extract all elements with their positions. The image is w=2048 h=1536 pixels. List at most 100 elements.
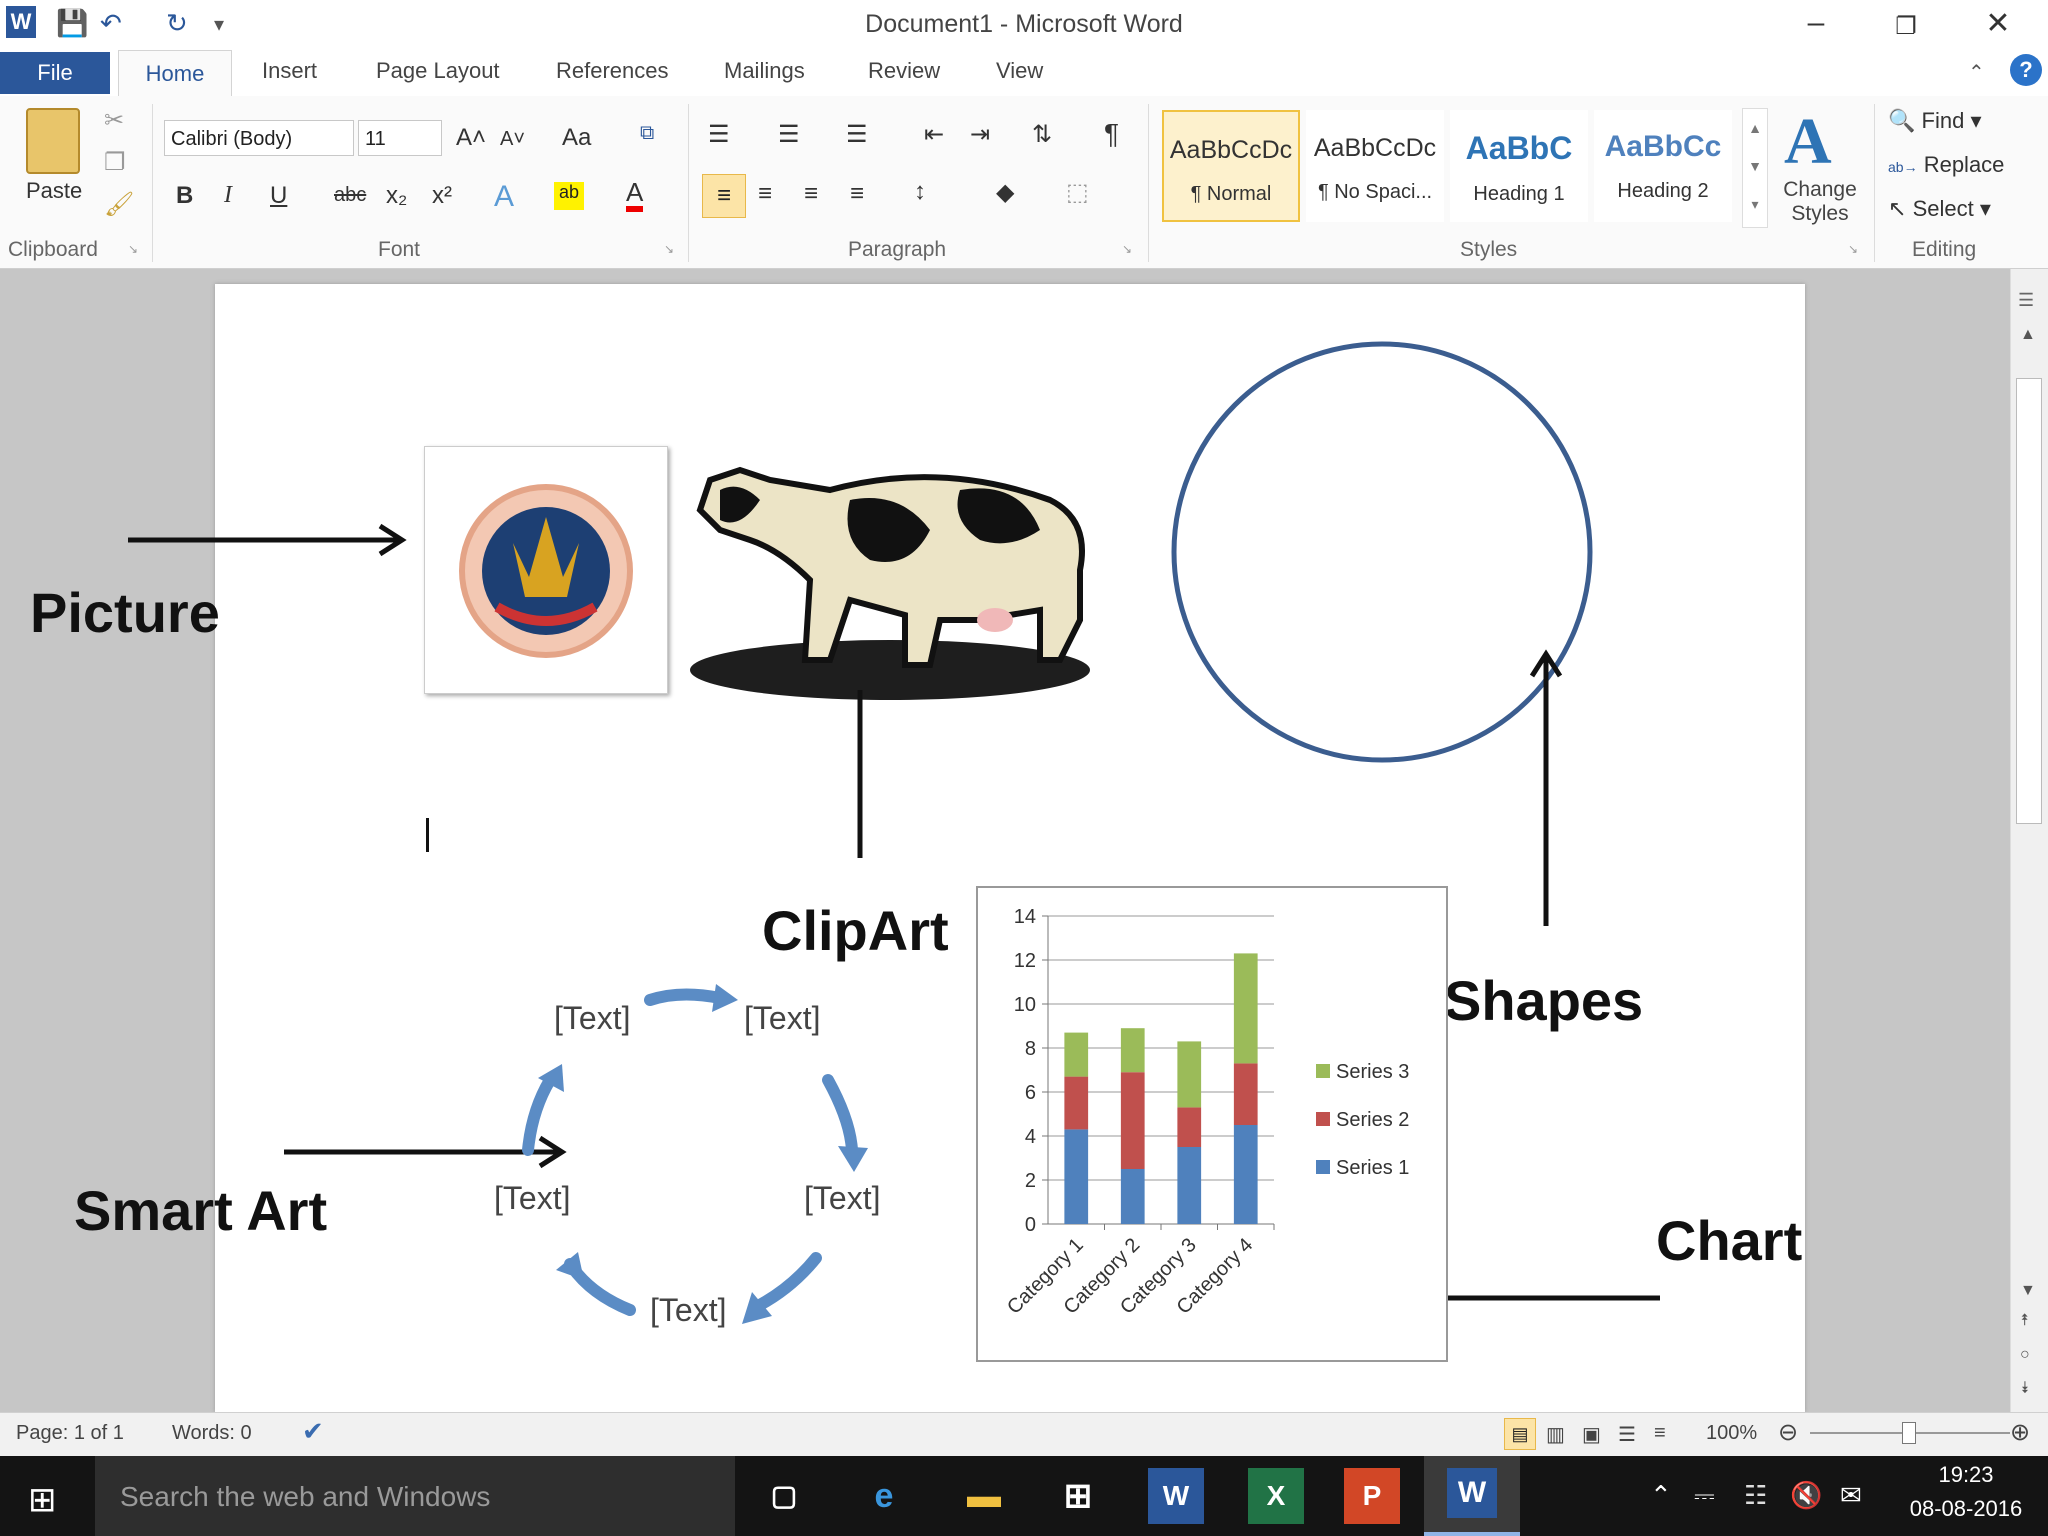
tab-home[interactable]: Home	[118, 50, 232, 97]
proofing-icon[interactable]: ✔	[302, 1416, 324, 1447]
find-button[interactable]: 🔍 Find ▾	[1888, 108, 1981, 134]
multilevel-list-icon[interactable]: ☰	[846, 120, 868, 149]
help-icon[interactable]: ?	[2010, 54, 2042, 86]
line-spacing-icon[interactable]: ↕	[914, 178, 926, 206]
zoom-slider-thumb[interactable]	[1902, 1422, 1916, 1444]
show-formatting-icon[interactable]: ¶	[1104, 118, 1119, 150]
web-layout-icon[interactable]: ▣	[1582, 1422, 1601, 1447]
borders-icon[interactable]: ⬚	[1066, 178, 1089, 207]
style-heading-2[interactable]: AaBbCc Heading 2	[1594, 110, 1732, 222]
font-launcher-icon[interactable]: ↘	[664, 242, 674, 256]
next-page-icon[interactable]: ⯯	[2020, 1380, 2030, 1398]
task-view-icon[interactable]: ▢	[756, 1468, 812, 1524]
clipboard-launcher-icon[interactable]: ↘	[128, 242, 138, 256]
clock-date[interactable]: 08-08-2016	[1896, 1496, 2036, 1522]
word-count[interactable]: Words: 0	[172, 1422, 252, 1445]
paste-button[interactable]: Paste	[26, 178, 82, 204]
numbering-icon[interactable]: ☰	[778, 120, 800, 149]
shading-icon[interactable]: ◆	[996, 178, 1014, 207]
store-icon[interactable]: ⊞	[1050, 1468, 1106, 1524]
close-button[interactable]: ✕	[1978, 6, 2018, 41]
style-normal[interactable]: AaBbCcDc ¶ Normal	[1162, 110, 1300, 222]
clipart-cow[interactable]	[680, 420, 1100, 720]
subscript-icon[interactable]: x₂	[386, 182, 407, 210]
superscript-icon[interactable]: x²	[432, 182, 452, 210]
page-count[interactable]: Page: 1 of 1	[16, 1422, 124, 1445]
scrollbar-thumb[interactable]	[2016, 378, 2042, 824]
print-layout-view-icon[interactable]: ▤	[1504, 1418, 1536, 1450]
font-name-combo[interactable]: Calibri (Body)	[164, 120, 354, 156]
change-case-icon[interactable]: Aa	[562, 124, 591, 152]
active-word-window[interactable]: W	[1424, 1456, 1520, 1536]
style-heading-1[interactable]: AaBbC Heading 1	[1450, 110, 1588, 222]
restore-button[interactable]: ❐	[1886, 12, 1926, 41]
clear-formatting-icon[interactable]: ⧉	[640, 122, 654, 145]
tab-page-layout[interactable]: Page Layout	[376, 58, 500, 84]
smartart-text-2[interactable]: [Text]	[744, 1000, 820, 1037]
paragraph-launcher-icon[interactable]: ↘	[1122, 242, 1132, 256]
smartart-text-4[interactable]: [Text]	[650, 1292, 726, 1329]
browse-object-icon[interactable]: ○	[2020, 1346, 2030, 1364]
excel-taskbar-icon[interactable]: X	[1248, 1468, 1304, 1524]
highlight-color-icon[interactable]: ab	[554, 182, 584, 210]
collapse-ribbon-icon[interactable]: ⌃	[1968, 60, 1985, 85]
styles-gallery-scroll[interactable]: ▲ ▼ ▾	[1742, 108, 1768, 228]
word-taskbar-icon[interactable]: W	[1148, 1468, 1204, 1524]
styles-launcher-icon[interactable]: ↘	[1848, 242, 1858, 256]
tab-insert[interactable]: Insert	[262, 58, 317, 84]
select-button[interactable]: ↖ Select ▾	[1888, 196, 1991, 222]
inserted-picture[interactable]	[424, 446, 668, 694]
tab-view[interactable]: View	[996, 58, 1043, 84]
zoom-out-icon[interactable]: ⊖	[1778, 1418, 1798, 1447]
outline-view-icon[interactable]: ☰	[1618, 1422, 1636, 1447]
align-center-icon[interactable]: ≡	[758, 180, 772, 208]
copy-icon[interactable]: ❐	[104, 148, 126, 177]
italic-icon[interactable]: I	[224, 182, 232, 209]
font-size-combo[interactable]: 11	[358, 120, 442, 156]
tab-review[interactable]: Review	[868, 58, 940, 84]
scroll-down-icon[interactable]: ▼	[2020, 1282, 2036, 1300]
smartart-text-5[interactable]: [Text]	[494, 1180, 570, 1217]
show-hidden-icons[interactable]: ⌃	[1650, 1480, 1672, 1511]
style-no-spacing[interactable]: AaBbCcDc ¶ No Spaci...	[1306, 110, 1444, 222]
tab-references[interactable]: References	[556, 58, 669, 84]
text-effects-icon[interactable]: A	[494, 180, 514, 214]
paste-icon[interactable]	[26, 108, 80, 174]
powerpoint-taskbar-icon[interactable]: P	[1344, 1468, 1400, 1524]
minimize-button[interactable]: –	[1796, 6, 1836, 40]
shrink-font-icon[interactable]: A˅	[500, 128, 525, 151]
tab-file[interactable]: File	[0, 52, 110, 94]
align-left-icon[interactable]: ≡	[702, 174, 746, 218]
previous-page-icon[interactable]: ⯭	[2020, 1312, 2030, 1330]
edge-icon[interactable]: e	[856, 1468, 912, 1524]
bullets-icon[interactable]: ☰	[708, 120, 730, 149]
increase-indent-icon[interactable]: ⇥	[970, 120, 990, 149]
file-explorer-icon[interactable]: ▬	[956, 1468, 1012, 1524]
chart-container[interactable]: 0 2 4 6 8 10 12 14 Category 1 Category 2 Category …	[976, 886, 1448, 1362]
smartart-text-1[interactable]: [Text]	[554, 1000, 630, 1037]
strikethrough-icon[interactable]: abc	[334, 184, 366, 207]
replace-button[interactable]: ab→ Replace	[1888, 152, 2004, 178]
ruler-toggle-icon[interactable]: ☰	[2018, 290, 2034, 311]
decrease-indent-icon[interactable]: ⇤	[924, 120, 944, 149]
action-center-icon[interactable]: ✉	[1840, 1480, 1862, 1511]
battery-icon[interactable]: ⎓	[1694, 1480, 1715, 1512]
full-screen-reading-icon[interactable]: ▥	[1546, 1422, 1565, 1447]
smartart-text-3[interactable]: [Text]	[804, 1180, 880, 1217]
clock-time[interactable]: 19:23	[1906, 1462, 2026, 1488]
zoom-in-icon[interactable]: ⊕	[2010, 1418, 2030, 1447]
circle-shape[interactable]	[1168, 338, 1596, 766]
align-right-icon[interactable]: ≡	[804, 180, 818, 208]
network-icon[interactable]: ☷	[1744, 1480, 1767, 1511]
grow-font-icon[interactable]: A˄	[456, 124, 486, 152]
format-painter-icon[interactable]: 🖌	[104, 190, 134, 219]
change-styles-button[interactable]: Change Styles	[1778, 178, 1862, 226]
scroll-up-icon[interactable]: ▲	[2020, 326, 2036, 344]
cut-icon[interactable]: ✂	[104, 106, 124, 135]
change-styles-icon[interactable]: A	[1784, 104, 1832, 180]
sort-icon[interactable]: ⇅	[1032, 120, 1052, 149]
bold-icon[interactable]: B	[176, 182, 193, 210]
justify-icon[interactable]: ≡	[850, 180, 864, 208]
tab-mailings[interactable]: Mailings	[724, 58, 805, 84]
underline-icon[interactable]: U	[270, 182, 287, 210]
